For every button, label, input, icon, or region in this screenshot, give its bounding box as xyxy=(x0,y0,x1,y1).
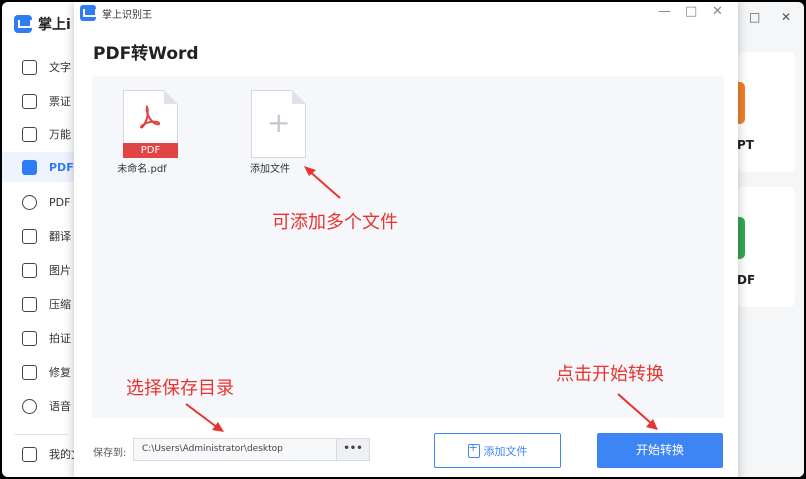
file-name: 未命名.pdf xyxy=(117,164,167,175)
save-path-field[interactable]: C:\Users\Administrator\desktop xyxy=(133,438,370,461)
pdf-to-word-dialog: 掌上识别王 — □ ✕ PDF转Word PDF 未命名.pdf + 添加文件 … xyxy=(74,2,738,477)
sidebar-item-label: PDF xyxy=(49,195,71,209)
app-logo-icon xyxy=(80,5,97,21)
sidebar-item-translate[interactable]: 翻译 xyxy=(2,221,78,251)
sidebar-item-pdf[interactable]: PDF xyxy=(2,152,78,182)
sidebar-item-label: 拍证 xyxy=(49,332,71,345)
sidebar-item-photo-id[interactable]: 拍证 xyxy=(2,323,78,353)
sidebar-item-label: 语音 xyxy=(49,400,71,413)
sidebar-item-repair[interactable]: 修复 xyxy=(2,357,78,387)
annotation-click-start: 点击开始转换 xyxy=(556,364,664,385)
dialog-titlebar: 掌上识别王 — □ ✕ xyxy=(74,2,738,24)
translate-icon xyxy=(22,228,37,244)
sidebar-item-label: 图片 xyxy=(49,264,71,277)
annotation-add-many: 可添加多个文件 xyxy=(272,212,398,233)
card-icon xyxy=(22,93,37,109)
card-label: PT xyxy=(737,138,754,152)
acrobat-icon xyxy=(139,105,161,129)
add-file-button-label: 添加文件 xyxy=(483,444,528,458)
sidebar-item-label: 万能 xyxy=(49,128,71,141)
annotation-choose-dir: 选择保存目录 xyxy=(126,378,234,399)
sidebar-item-text[interactable]: 文字 xyxy=(2,52,78,82)
background-content: □ ✕ PT DF xyxy=(729,2,804,477)
annotation-arrow xyxy=(185,403,224,432)
page-title: PDF转Word xyxy=(93,44,199,64)
scan-icon xyxy=(22,126,37,142)
annotation-arrow xyxy=(304,166,341,199)
annotation-arrow xyxy=(617,393,658,430)
add-file-button[interactable]: 添加文件 xyxy=(434,433,561,468)
image-icon xyxy=(22,262,37,278)
sidebar-item-image[interactable]: 图片 xyxy=(2,255,78,285)
sidebar-item-label: PDF xyxy=(49,160,74,174)
app-logo: 掌上i xyxy=(14,14,71,34)
compress-icon xyxy=(22,296,37,312)
sidebar-item-mine[interactable]: 我的文 xyxy=(2,439,78,469)
text-icon xyxy=(22,59,37,75)
maximize-icon[interactable]: □ xyxy=(685,4,697,19)
maximize-icon[interactable]: □ xyxy=(749,10,760,24)
pdf-badge: PDF xyxy=(123,143,178,158)
sidebar-item-label: 修复 xyxy=(49,366,71,379)
file-item[interactable]: PDF 未命名.pdf xyxy=(92,90,192,186)
screen: 掌上i 文字 票证 万能 PDF PDF 翻译 图片 压缩 拍证 修复 语音 我… xyxy=(2,2,804,477)
add-file-icon: + xyxy=(251,90,306,158)
sidebar-item-compress[interactable]: 压缩 xyxy=(2,289,78,319)
logo-icon xyxy=(14,15,32,33)
sidebar-item-voice[interactable]: 语音 xyxy=(2,391,78,421)
logo-text: 掌上i xyxy=(38,17,71,33)
add-file-icon xyxy=(467,441,480,458)
start-convert-button[interactable]: 开始转换 xyxy=(597,433,723,468)
browse-button[interactable]: ••• xyxy=(336,438,370,461)
sidebar-item-label: 压缩 xyxy=(49,298,71,311)
close-icon[interactable]: ✕ xyxy=(712,4,723,19)
repair-icon xyxy=(22,364,37,380)
tool-card[interactable]: DF xyxy=(729,187,795,307)
sidebar-item-scan[interactable]: 万能 xyxy=(2,119,78,149)
mine-icon xyxy=(22,446,37,462)
plus-icon: + xyxy=(267,106,291,139)
sidebar-item-card[interactable]: 票证 xyxy=(2,86,78,116)
background-sidebar: 掌上i 文字 票证 万能 PDF PDF 翻译 图片 压缩 拍证 修复 语音 我… xyxy=(2,2,78,477)
sidebar-divider xyxy=(14,434,68,435)
pdf-file-icon: PDF xyxy=(123,90,178,158)
photo-id-icon xyxy=(22,330,37,346)
tool-card[interactable]: PT xyxy=(729,52,795,172)
voice-icon xyxy=(22,398,37,414)
dialog-app-title: 掌上识别王 xyxy=(102,10,152,21)
pdf-icon xyxy=(22,159,37,175)
sidebar-item-label: 文字 xyxy=(49,61,71,74)
sidebar-item-pdf-convert[interactable]: PDF xyxy=(2,187,78,217)
close-icon[interactable]: ✕ xyxy=(781,10,791,24)
sidebar-item-label: 票证 xyxy=(49,95,71,108)
save-to-label: 保存到: xyxy=(93,448,127,459)
pdf-convert-icon xyxy=(22,194,37,210)
card-label: DF xyxy=(737,273,756,287)
minimize-icon[interactable]: — xyxy=(658,4,671,19)
sidebar-item-label: 翻译 xyxy=(49,230,71,243)
